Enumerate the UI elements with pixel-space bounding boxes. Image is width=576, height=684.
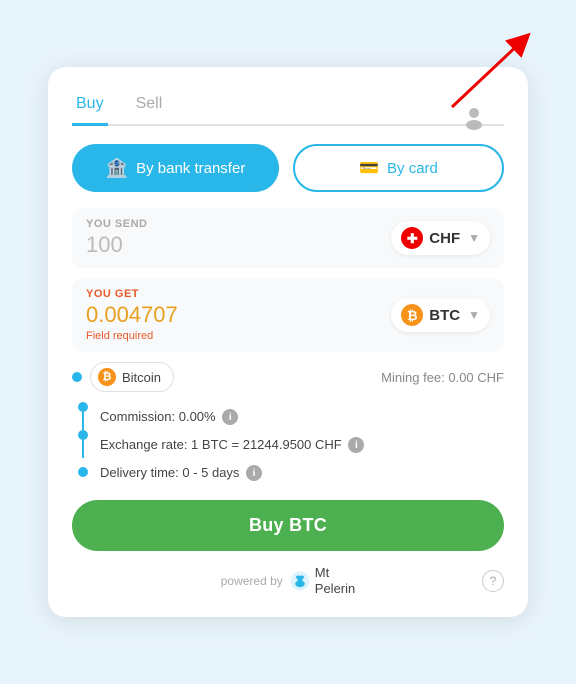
delivery-dot	[78, 467, 88, 477]
card-icon: 💳	[359, 158, 379, 178]
details-timeline: Commission: 0.00% i Exchange rate: 1 BTC…	[76, 402, 504, 486]
send-currency-select[interactable]: ✚ CHF ▼	[391, 221, 490, 255]
exchange-line	[82, 440, 84, 458]
delivery-info-icon[interactable]: i	[246, 465, 262, 481]
pelerin-bird-icon	[289, 570, 311, 592]
send-currency-chevron: ▼	[468, 231, 480, 245]
chf-icon: ✚	[401, 227, 423, 249]
tabs: Buy Sell	[72, 87, 504, 126]
payment-row: 🏦 By bank transfer 💳 By card	[72, 144, 504, 192]
send-label: YOU SEND	[86, 218, 147, 230]
tab-buy[interactable]: Buy	[72, 87, 108, 126]
exchange-rate-item: Exchange rate: 1 BTC = 21244.9500 CHF i	[76, 430, 504, 458]
buy-btc-button[interactable]: Buy BTC	[72, 500, 504, 551]
receive-currency-label: BTC	[429, 307, 460, 324]
bank-transfer-label: By bank transfer	[136, 160, 245, 177]
mining-fee-text: Mining fee: 0.00 CHF	[381, 370, 504, 385]
exchange-info-icon[interactable]: i	[348, 437, 364, 453]
powered-by-text: powered by	[221, 574, 283, 588]
receive-currency-select[interactable]: ₿ BTC ▼	[391, 298, 490, 332]
send-row: YOU SEND 100 ✚ CHF ▼	[72, 208, 504, 268]
tab-sell[interactable]: Sell	[132, 87, 167, 126]
help-button[interactable]: ?	[482, 570, 504, 592]
commission-dot	[78, 402, 88, 412]
main-card: Buy Sell 🏦 By bank transfer 💳 By card YO…	[48, 67, 528, 616]
receive-left: YOU GET 0.004707 Field required	[86, 288, 178, 342]
delivery-dot-wrap	[76, 467, 90, 477]
commission-line	[82, 412, 84, 430]
send-left: YOU SEND 100	[86, 218, 147, 258]
delivery-item: Delivery time: 0 - 5 days i	[76, 458, 504, 486]
send-currency-label: CHF	[429, 230, 460, 247]
btc-icon: ₿	[401, 304, 423, 326]
commission-item: Commission: 0.00% i	[76, 402, 504, 430]
bank-transfer-button[interactable]: 🏦 By bank transfer	[72, 144, 279, 192]
receive-value: 0.004707	[86, 302, 178, 328]
profile-icon	[460, 103, 488, 131]
bitcoin-badge[interactable]: ₿ Bitcoin	[90, 362, 174, 392]
pelerin-logo: MtPelerin	[289, 565, 355, 596]
exchange-dot	[78, 430, 88, 440]
bitcoin-name: Bitcoin	[122, 370, 161, 385]
pelerin-name: MtPelerin	[315, 565, 355, 596]
commission-info-icon[interactable]: i	[222, 409, 238, 425]
send-value: 100	[86, 232, 147, 258]
coin-fee-row: ₿ Bitcoin Mining fee: 0.00 CHF	[72, 362, 504, 392]
coin-dot	[72, 372, 82, 382]
exchange-rate-text: Exchange rate: 1 BTC = 21244.9500 CHF i	[100, 435, 364, 455]
receive-row: YOU GET 0.004707 Field required ₿ BTC ▼	[72, 278, 504, 352]
profile-button[interactable]	[460, 103, 488, 136]
by-card-label: By card	[387, 160, 438, 177]
receive-currency-chevron: ▼	[468, 308, 480, 322]
receive-label: YOU GET	[86, 288, 178, 300]
commission-dot-wrap	[76, 402, 90, 430]
delivery-text: Delivery time: 0 - 5 days i	[100, 463, 262, 483]
exchange-dot-wrap	[76, 430, 90, 458]
commission-text: Commission: 0.00% i	[100, 407, 238, 427]
by-card-button[interactable]: 💳 By card	[293, 144, 504, 192]
bitcoin-badge-icon: ₿	[98, 368, 116, 386]
tabs-container: Buy Sell	[72, 87, 504, 126]
bank-icon: 🏦	[106, 158, 128, 179]
chf-cross: ✚	[407, 232, 418, 245]
footer: powered by MtPelerin ?	[72, 565, 504, 596]
field-required-text: Field required	[86, 330, 178, 342]
